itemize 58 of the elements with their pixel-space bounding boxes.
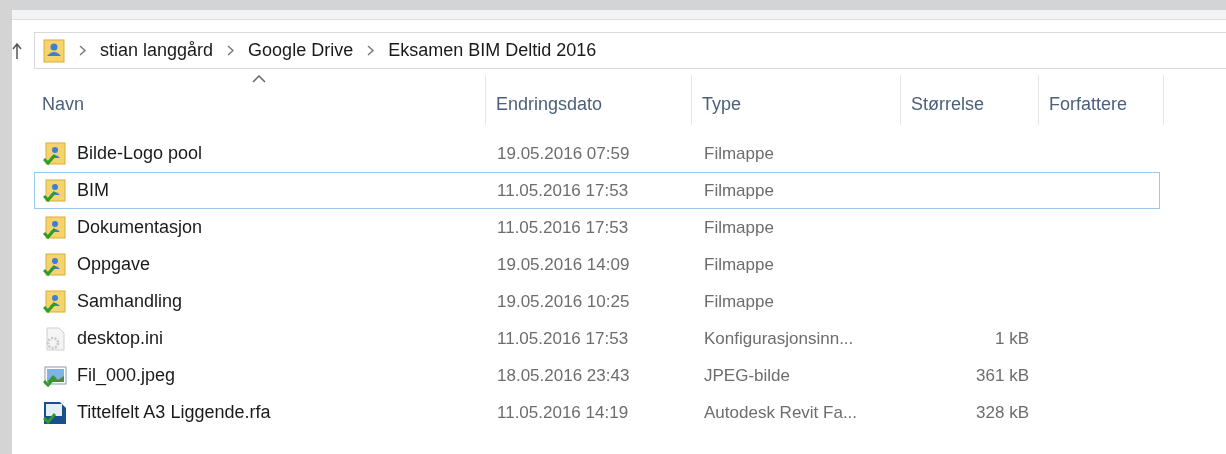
file-name: Dokumentasjon: [77, 216, 203, 239]
shared-folder-icon: [43, 289, 67, 314]
column-header[interactable]: Navn: [32, 75, 485, 125]
type-cell-text: Filmappe: [703, 253, 775, 276]
date-cell-text: 11.05.2016 17:53: [496, 327, 630, 350]
shared-folder-icon: [43, 215, 67, 240]
file-row[interactable]: Fil_000.jpeg 18.05.2016 23:43 JPEG-bilde 361 kB: [34, 357, 1160, 394]
date-cell-text: 11.05.2016 17:53: [496, 216, 630, 239]
address-bar[interactable]: stian langgård Google Drive Eksamen BIM Deltid 2016: [34, 32, 1226, 69]
file-name: Tittelfelt A3 Liggende.rfa: [77, 401, 271, 424]
file-row[interactable]: Oppgave 19.05.2016 14:09 Filmappe: [34, 246, 1160, 283]
type-cell-text: Filmappe: [703, 179, 775, 202]
revit-file-icon: [43, 400, 67, 425]
sort-caret-icon: [251, 75, 266, 83]
chevron-right-icon: [227, 45, 235, 56]
user-folder-icon: [43, 38, 65, 63]
settings-file-icon: [43, 326, 67, 351]
date-cell-text: 11.05.2016 17:53: [496, 179, 630, 202]
file-name: Oppgave: [77, 253, 151, 276]
file-name: desktop.ini: [77, 327, 164, 350]
type-cell-text: JPEG-bilde: [703, 364, 791, 387]
column-header[interactable]: Forfattere: [1038, 75, 1164, 125]
shared-folder-icon: [43, 141, 67, 166]
breadcrumb-item[interactable]: Eksamen BIM Deltid 2016: [388, 37, 597, 64]
date-cell-text: 18.05.2016 23:43: [496, 364, 631, 387]
file-name: Bilde-Logo pool: [77, 142, 203, 165]
size-cell-text: 361 kB: [976, 364, 1029, 387]
type-cell-text: Konfigurasjonsinn...: [703, 327, 855, 350]
date-cell-text: 11.05.2016 14:19: [496, 401, 630, 424]
file-row[interactable]: Dokumentasjon 11.05.2016 17:53 Filmappe: [34, 209, 1160, 246]
column-header[interactable]: Type: [691, 75, 900, 125]
file-name: BIM: [77, 179, 109, 202]
date-cell-text: 19.05.2016 14:09: [496, 253, 631, 276]
up-arrow-icon[interactable]: [12, 40, 24, 61]
breadcrumb-item[interactable]: Google Drive: [248, 37, 354, 64]
file-row[interactable]: Tittelfelt A3 Liggende.rfa 11.05.2016 14:19 Autodesk Revit Fa... 328 kB: [34, 394, 1160, 431]
image-file-icon: [43, 363, 67, 388]
chevron-right-icon: [79, 45, 86, 56]
type-cell-text: Filmappe: [703, 216, 775, 239]
breadcrumb-item[interactable]: stian langgård: [100, 37, 214, 64]
type-cell-text: Filmappe: [703, 290, 775, 313]
shared-folder-icon: [43, 178, 67, 203]
chevron-right-icon: [367, 45, 375, 56]
date-cell-text: 19.05.2016 07:59: [496, 142, 631, 165]
type-cell-text: Autodesk Revit Fa...: [703, 401, 859, 424]
column-header[interactable]: Størrelse: [900, 75, 1038, 125]
column-header[interactable]: Endringsdato: [485, 75, 691, 125]
file-row[interactable]: Samhandling 19.05.2016 10:25 Filmappe: [34, 283, 1160, 320]
shared-folder-icon: [43, 252, 67, 277]
file-row[interactable]: desktop.ini 11.05.2016 17:53 Konfigurasjonsinn... 1 kB: [34, 320, 1160, 357]
file-row[interactable]: Bilde-Logo pool 19.05.2016 07:59 Filmappe: [34, 135, 1160, 172]
file-row[interactable]: BIM 11.05.2016 17:53 Filmappe: [34, 172, 1160, 209]
size-cell-text: 328 kB: [976, 401, 1029, 424]
size-cell-text: 1 kB: [994, 327, 1029, 350]
file-name: Fil_000.jpeg: [77, 364, 176, 388]
file-name: Samhandling: [77, 290, 183, 313]
type-cell-text: Filmappe: [703, 142, 775, 165]
date-cell-text: 19.05.2016 10:25: [496, 290, 631, 313]
